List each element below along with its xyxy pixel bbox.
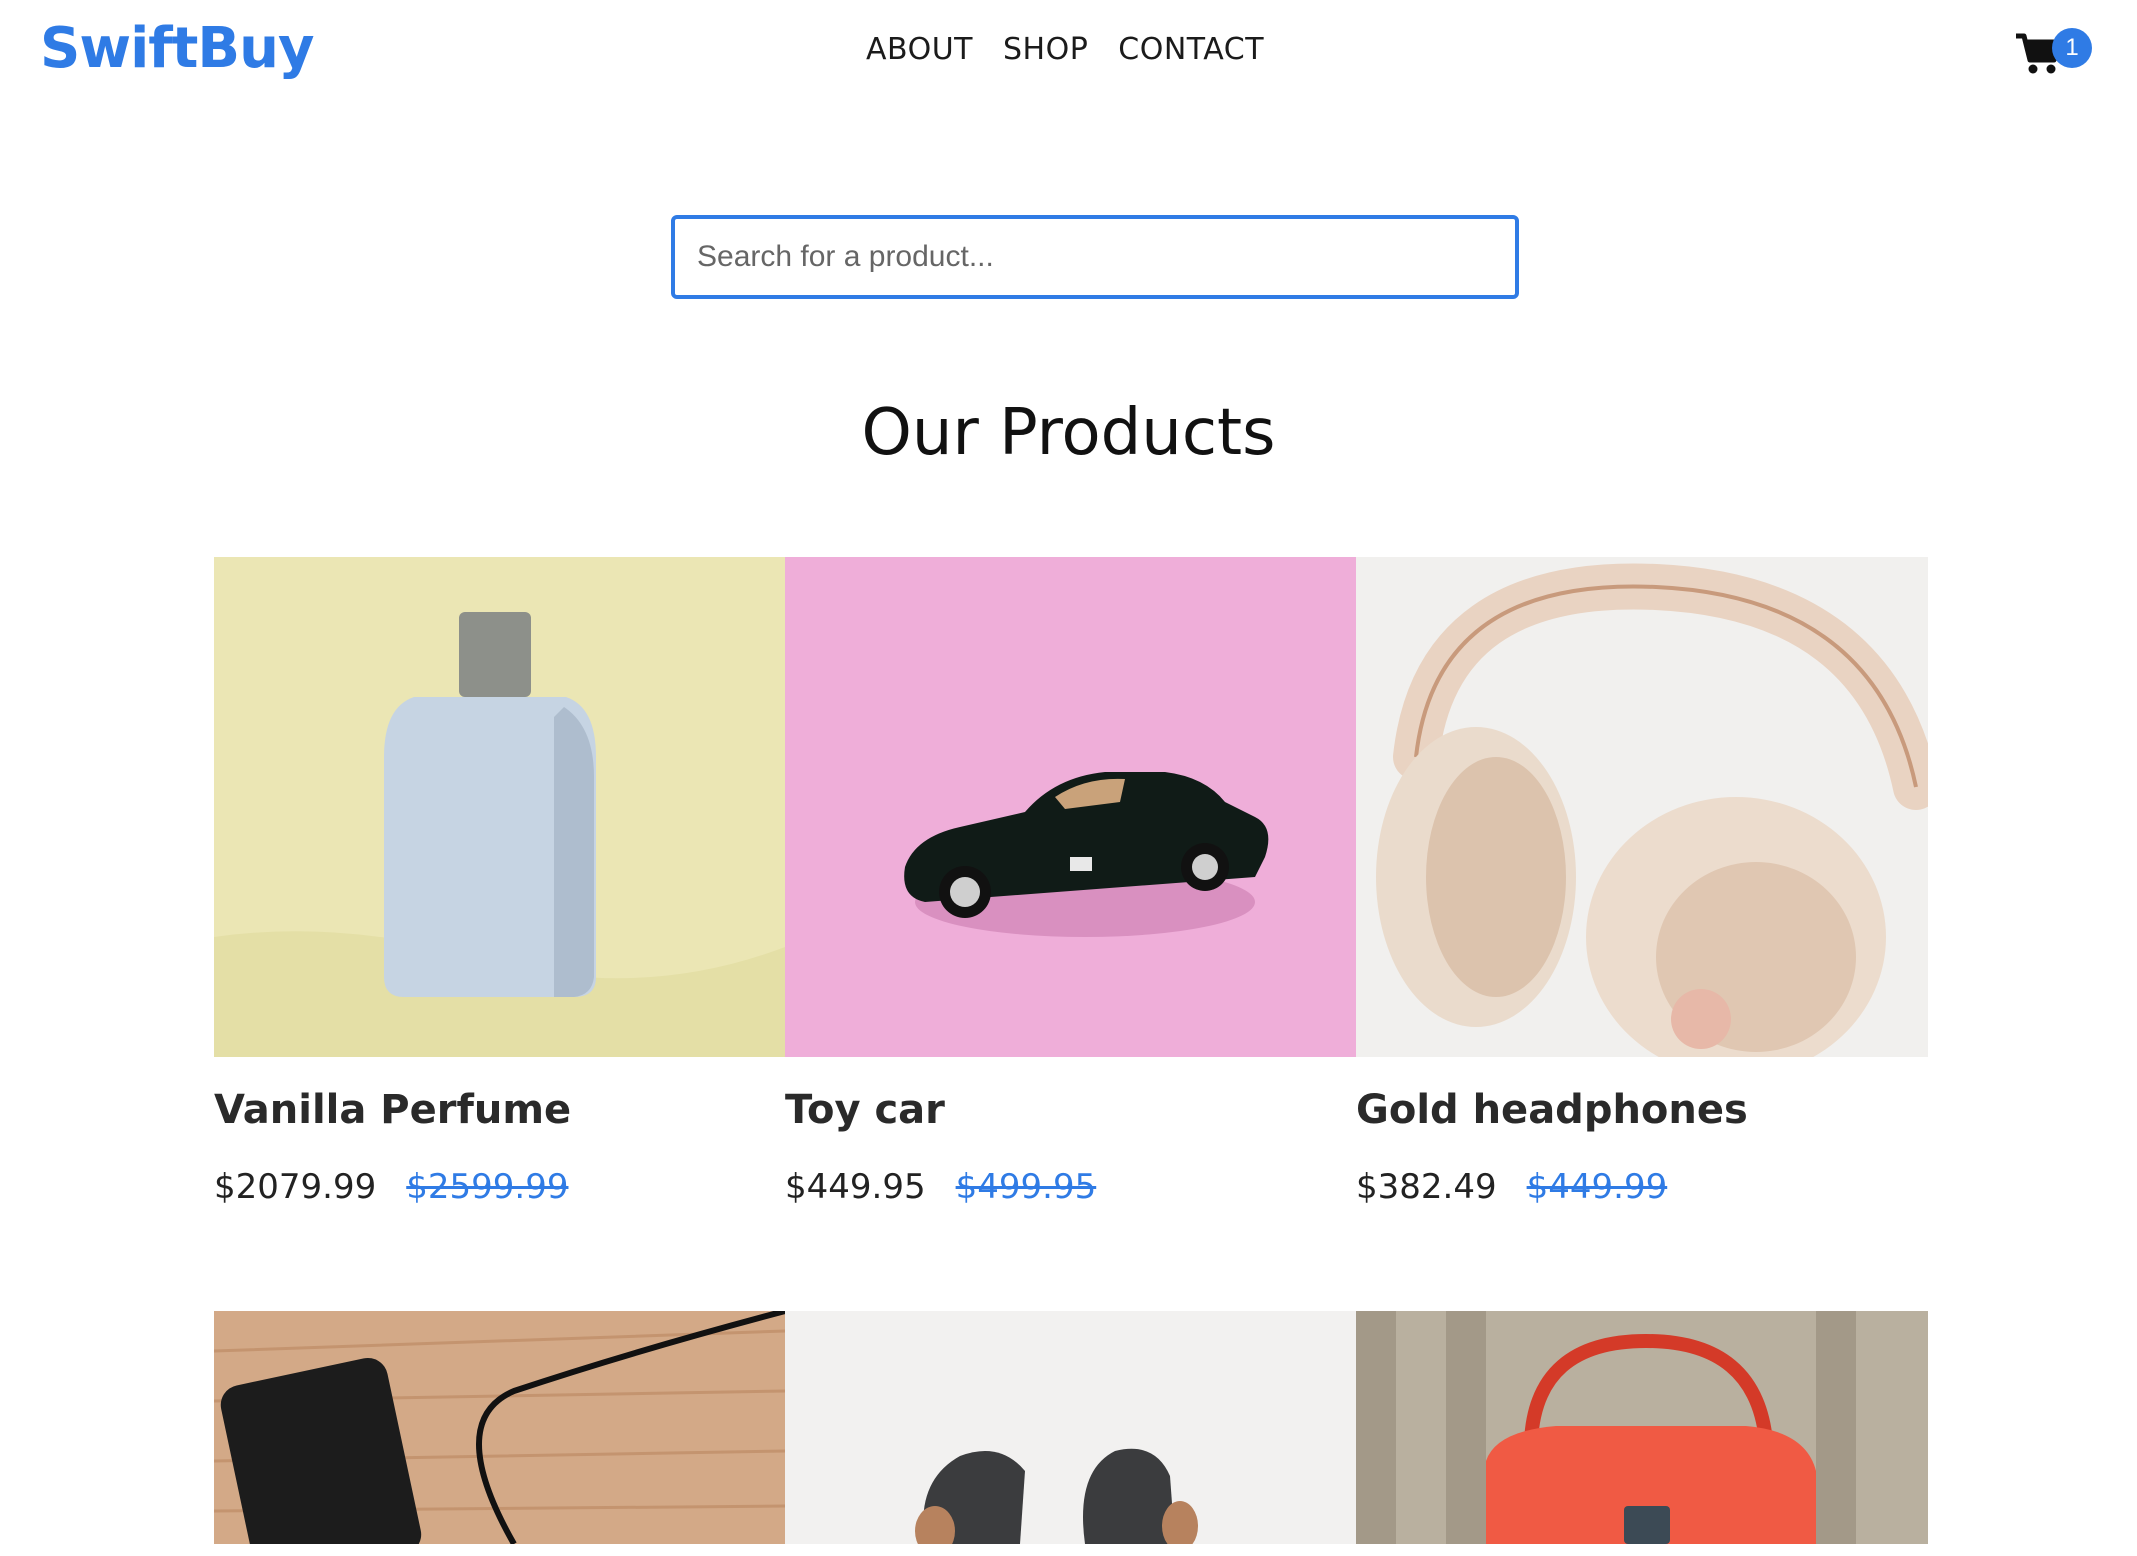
product-card[interactable]: Toy car $449.95 $499.95 [785,557,1356,1231]
product-card[interactable] [785,1311,1356,1544]
product-prices: $382.49 $449.99 [1356,1167,1928,1231]
product-old-price: $449.99 [1526,1167,1668,1207]
cart-count-badge: 1 [2052,28,2092,68]
product-card[interactable] [1356,1311,1928,1544]
product-name[interactable]: Vanilla Perfume [214,1087,785,1135]
product-image-power-bank[interactable] [214,1311,785,1544]
product-prices: $449.95 $499.95 [785,1167,1356,1231]
brand-logo[interactable]: SwiftBuy [40,16,314,81]
product-image-earbuds[interactable] [785,1311,1356,1544]
product-image-perfume[interactable] [214,557,785,1057]
product-card[interactable]: Gold headphones $382.49 $449.99 [1356,557,1928,1231]
product-image-headphones[interactable] [1356,557,1928,1057]
product-old-price: $499.95 [955,1167,1097,1207]
section-title: Our Products [861,396,1276,470]
product-name[interactable]: Gold headphones [1356,1087,1928,1135]
product-card[interactable]: Vanilla Perfume $2079.99 $2599.99 [214,557,785,1231]
product-image-toy-car[interactable] [785,557,1356,1057]
nav-contact[interactable]: CONTACT [1118,32,1264,67]
product-name[interactable]: Toy car [785,1087,1356,1135]
product-prices: $2079.99 $2599.99 [214,1167,785,1231]
product-price: $449.95 [785,1167,926,1207]
nav-about[interactable]: ABOUT [866,32,973,67]
nav-shop[interactable]: SHOP [1003,32,1088,67]
grid-row-gap [214,1231,1928,1311]
search-input[interactable] [671,215,1519,299]
product-price: $2079.99 [214,1167,377,1207]
product-price: $382.49 [1356,1167,1497,1207]
product-card[interactable] [214,1311,785,1544]
main-nav: ABOUT SHOP CONTACT [866,32,1264,67]
product-old-price: $2599.99 [406,1167,569,1207]
cart-button[interactable]: 1 [2014,24,2092,84]
product-image-handbag[interactable] [1356,1311,1928,1544]
product-grid: Vanilla Perfume $2079.99 $2599.99 Toy ca… [214,557,1928,1544]
